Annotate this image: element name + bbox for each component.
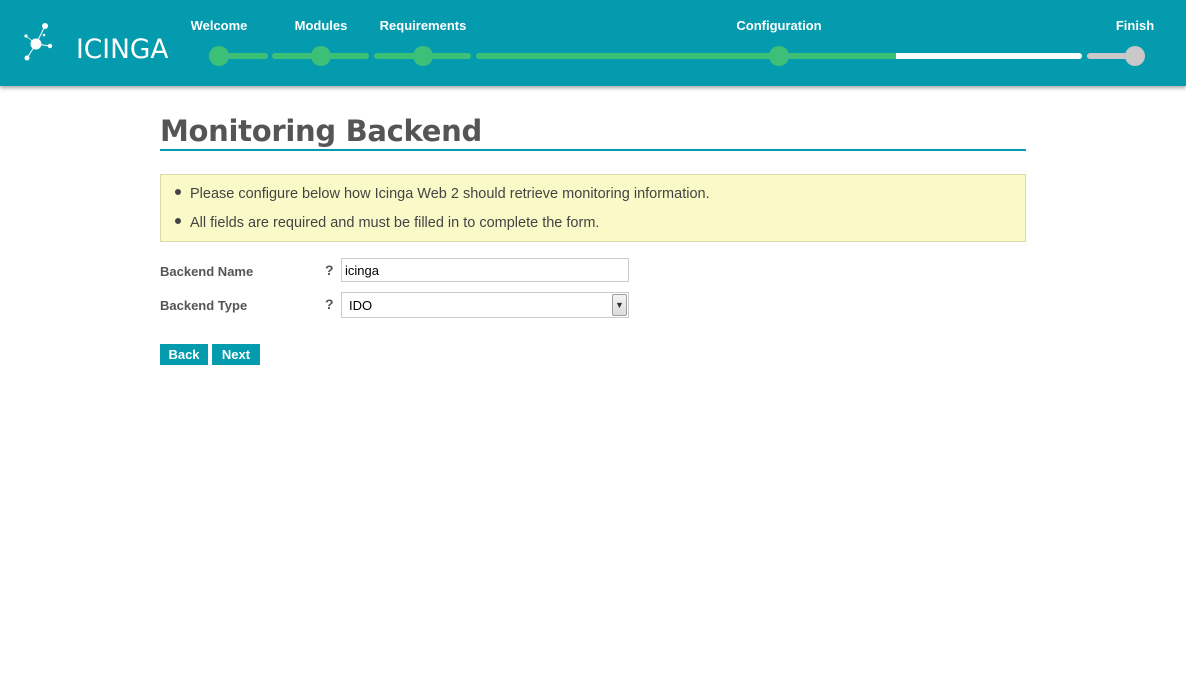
logo-wordmark: ICINGA: [76, 34, 169, 65]
step-label-welcome: Welcome: [190, 18, 248, 33]
backend-type-help-icon[interactable]: ?: [325, 296, 334, 312]
bullet-icon: [175, 218, 181, 225]
progress-track-configuration-done: [476, 53, 900, 59]
backend-name-label: Backend Name: [160, 264, 254, 279]
info-item: All fields are required and must be fill…: [175, 215, 599, 231]
backend-type-select[interactable]: IDO ▼: [341, 292, 629, 318]
backend-type-label: Backend Type: [160, 298, 248, 313]
info-item-text: All fields are required and must be fill…: [190, 215, 600, 231]
bullet-icon: [175, 189, 181, 196]
step-label-modules: Modules: [294, 18, 348, 33]
backend-name-help-icon[interactable]: ?: [325, 262, 334, 278]
step-dot-modules[interactable]: [311, 46, 331, 66]
title-divider: [160, 149, 1026, 151]
setup-wizard-header: ICINGA Welcome Modules Requirements Conf…: [0, 0, 1186, 86]
backend-name-input[interactable]: [341, 258, 629, 282]
chevron-down-icon[interactable]: ▼: [612, 294, 627, 316]
step-dot-requirements[interactable]: [413, 46, 433, 66]
info-item: Please configure below how Icinga Web 2 …: [175, 186, 710, 202]
step-dot-finish: [1125, 46, 1145, 66]
icinga-logo: ICINGA: [22, 22, 168, 66]
progress-track-configuration-remaining: [896, 53, 1082, 59]
step-label-finish: Finish: [1115, 18, 1155, 33]
step-dot-welcome[interactable]: [209, 46, 229, 66]
backend-type-selected-value: IDO: [349, 298, 373, 313]
info-box: Please configure below how Icinga Web 2 …: [160, 174, 1026, 242]
step-dot-configuration[interactable]: [769, 46, 789, 66]
step-label-configuration: Configuration: [736, 18, 822, 33]
icinga-logo-icon: [24, 23, 53, 61]
page-title: Monitoring Backend: [160, 114, 482, 148]
info-item-text: Please configure below how Icinga Web 2 …: [190, 186, 710, 202]
next-button[interactable]: Next: [212, 344, 260, 365]
step-label-requirements: Requirements: [379, 18, 467, 33]
back-button[interactable]: Back: [160, 344, 208, 365]
